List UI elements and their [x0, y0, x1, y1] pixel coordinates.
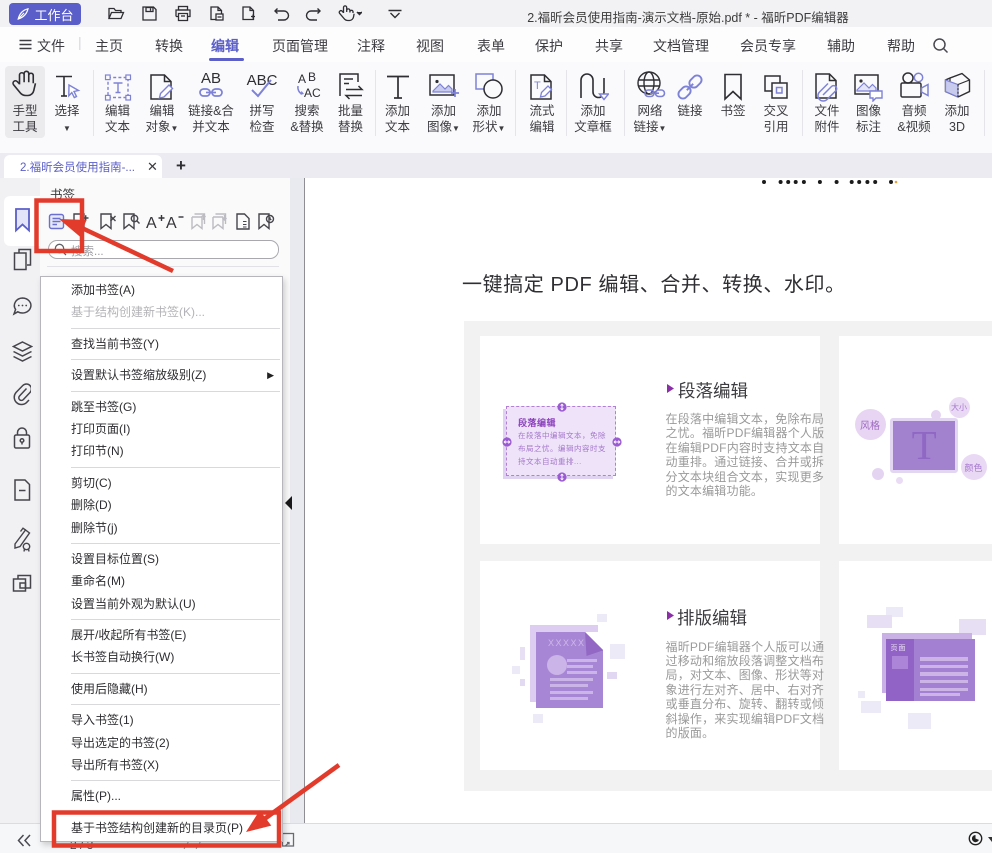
svg-text:B: B [308, 70, 316, 84]
svg-text:A: A [166, 215, 177, 230]
svg-text:ABC: ABC [247, 72, 278, 89]
svg-text:A: A [298, 72, 306, 86]
svg-text:A: A [146, 215, 157, 230]
svg-text:T: T [534, 80, 541, 92]
svg-text:AB: AB [201, 70, 221, 87]
svg-text:AC: AC [304, 86, 321, 100]
